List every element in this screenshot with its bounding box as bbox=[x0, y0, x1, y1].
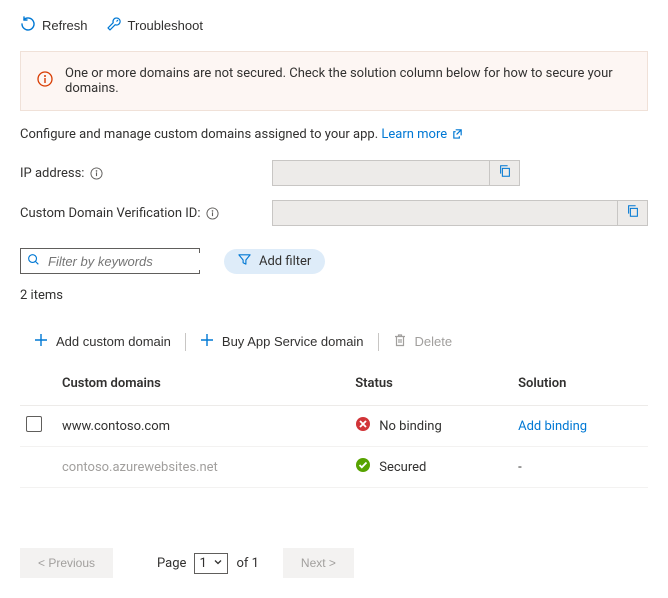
copy-icon bbox=[626, 204, 640, 222]
filter-icon bbox=[238, 253, 251, 270]
ip-address-label: IP address: bbox=[20, 166, 84, 181]
cdv-input[interactable] bbox=[273, 201, 617, 225]
troubleshoot-button[interactable]: Troubleshoot bbox=[106, 12, 203, 39]
cdv-label: Custom Domain Verification ID: bbox=[20, 206, 200, 221]
cdv-row: Custom Domain Verification ID: bbox=[20, 200, 648, 226]
search-icon bbox=[27, 253, 40, 270]
buy-domain-label: Buy App Service domain bbox=[222, 334, 364, 349]
trash-icon bbox=[393, 333, 407, 350]
pagination: < Previous Page 1 of 1 Next > bbox=[20, 548, 648, 578]
warning-banner: One or more domains are not secured. Che… bbox=[20, 51, 648, 111]
page-of: of 1 bbox=[236, 556, 258, 571]
info-icon[interactable] bbox=[90, 167, 103, 180]
delete-label: Delete bbox=[415, 334, 453, 349]
refresh-button[interactable]: Refresh bbox=[20, 12, 88, 39]
table-row[interactable]: www.contoso.com No binding Add binding bbox=[20, 406, 648, 447]
copy-icon bbox=[498, 164, 512, 182]
copy-button[interactable] bbox=[617, 201, 647, 225]
solution-cell: - bbox=[518, 447, 648, 488]
domain-cell: www.contoso.com bbox=[62, 406, 355, 447]
success-icon bbox=[355, 457, 371, 477]
intro-text-row: Configure and manage custom domains assi… bbox=[20, 127, 648, 142]
ip-address-input[interactable] bbox=[273, 161, 489, 185]
status-text: Secured bbox=[379, 460, 426, 475]
search-box[interactable] bbox=[20, 248, 200, 274]
troubleshoot-label: Troubleshoot bbox=[128, 18, 203, 33]
learn-more-link[interactable]: Learn more bbox=[381, 127, 463, 142]
search-input[interactable] bbox=[46, 253, 228, 270]
wrench-icon bbox=[106, 16, 122, 35]
add-custom-domain-label: Add custom domain bbox=[56, 334, 171, 349]
row-checkbox[interactable] bbox=[26, 416, 42, 432]
cdv-field bbox=[272, 200, 648, 226]
col-header-solution[interactable]: Solution bbox=[518, 364, 648, 406]
page-current: 1 bbox=[199, 556, 206, 571]
prev-page-button: < Previous bbox=[20, 548, 113, 578]
info-icon[interactable] bbox=[206, 207, 219, 220]
add-filter-label: Add filter bbox=[259, 254, 311, 269]
intro-text: Configure and manage custom domains assi… bbox=[20, 127, 381, 142]
ip-address-row: IP address: bbox=[20, 160, 648, 186]
item-count: 2 items bbox=[20, 288, 648, 303]
filter-bar: Add filter bbox=[20, 248, 648, 274]
cdv-label-group: Custom Domain Verification ID: bbox=[20, 206, 272, 221]
add-custom-domain-button[interactable]: Add custom domain bbox=[20, 329, 185, 354]
refresh-label: Refresh bbox=[42, 18, 88, 33]
next-page-button: Next > bbox=[283, 548, 354, 578]
page-dropdown[interactable]: 1 bbox=[194, 553, 228, 574]
ip-address-field bbox=[272, 160, 520, 186]
domains-table: Custom domains Status Solution www.conto… bbox=[20, 364, 648, 488]
table-row: contoso.azurewebsites.net Secured - bbox=[20, 447, 648, 488]
ip-address-label-group: IP address: bbox=[20, 166, 272, 181]
add-filter-button[interactable]: Add filter bbox=[224, 249, 325, 274]
plus-icon bbox=[200, 333, 214, 350]
add-binding-link[interactable]: Add binding bbox=[518, 419, 587, 434]
col-header-status[interactable]: Status bbox=[355, 364, 518, 406]
status-text: No binding bbox=[379, 419, 442, 434]
error-icon bbox=[355, 416, 371, 436]
copy-button[interactable] bbox=[489, 161, 519, 185]
chevron-down-icon bbox=[213, 556, 223, 571]
learn-more-label: Learn more bbox=[381, 127, 447, 142]
col-header-domain[interactable]: Custom domains bbox=[62, 364, 355, 406]
external-link-icon bbox=[450, 127, 463, 142]
refresh-icon bbox=[20, 16, 36, 35]
command-bar: Refresh Troubleshoot bbox=[20, 12, 648, 39]
delete-button: Delete bbox=[379, 329, 467, 354]
warning-text: One or more domains are not secured. Che… bbox=[65, 66, 631, 96]
page-selector: Page 1 of 1 bbox=[157, 553, 259, 574]
buy-domain-button[interactable]: Buy App Service domain bbox=[186, 329, 378, 354]
warning-icon bbox=[37, 71, 53, 91]
domain-cell: contoso.azurewebsites.net bbox=[62, 447, 355, 488]
page-label: Page bbox=[157, 556, 186, 571]
table-actions-bar: Add custom domain Buy App Service domain… bbox=[20, 329, 648, 364]
plus-icon bbox=[34, 333, 48, 350]
